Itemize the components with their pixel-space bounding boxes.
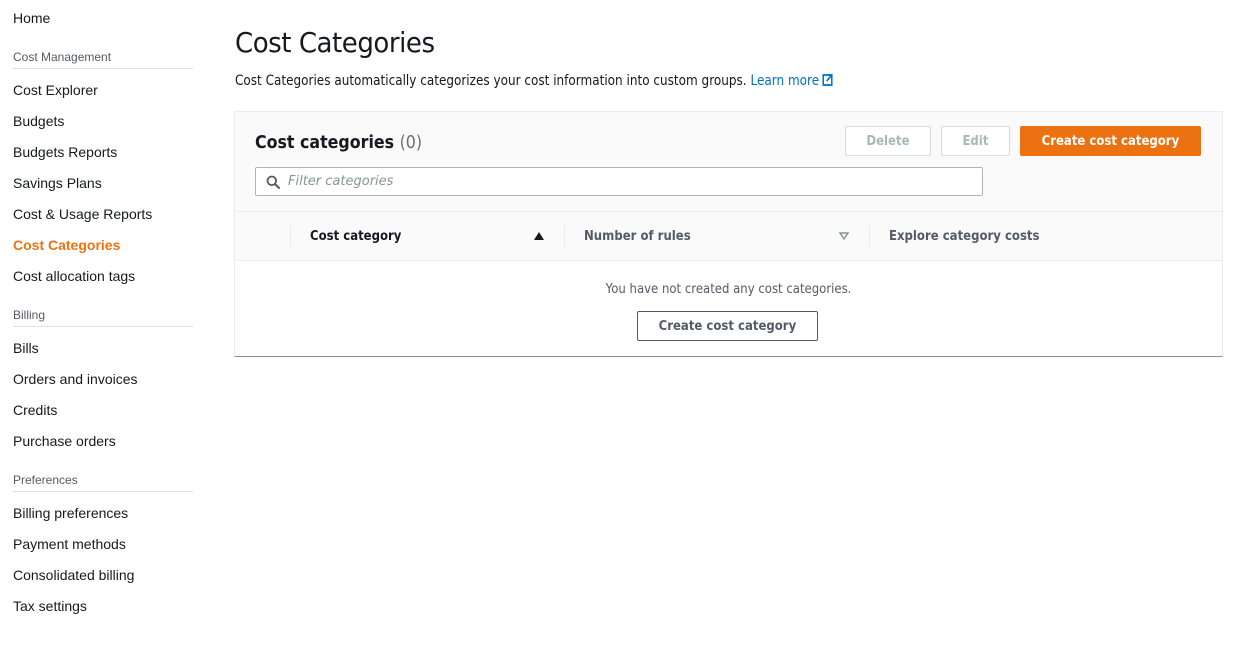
panel-title: Cost categories (0) xyxy=(255,132,422,153)
sidebar-section-cost-management: Cost Management xyxy=(13,50,193,69)
column-separator xyxy=(869,225,870,247)
description-text: Cost Categories automatically categorize… xyxy=(235,73,747,89)
column-separator xyxy=(290,225,291,247)
sidebar-item-budgets-reports[interactable]: Budgets Reports xyxy=(13,144,117,160)
sidebar-item-cost-explorer[interactable]: Cost Explorer xyxy=(13,82,98,98)
sidebar-item-savings-plans[interactable]: Savings Plans xyxy=(13,175,102,191)
sidebar-item-purchase-orders[interactable]: Purchase orders xyxy=(13,433,116,449)
delete-button[interactable]: Delete xyxy=(845,126,931,156)
panel-header: Cost categories (0) Delete Edit Create c… xyxy=(235,112,1222,212)
sidebar-item-budgets[interactable]: Budgets xyxy=(13,113,64,129)
sidebar-section-billing: Billing xyxy=(13,308,193,327)
edit-button-label: Edit xyxy=(962,133,989,149)
sidebar-item-cost-categories[interactable]: Cost Categories xyxy=(13,237,120,253)
create-cost-category-button[interactable]: Create cost category xyxy=(1020,126,1201,156)
learn-more-label: Learn more xyxy=(750,73,820,89)
edit-button[interactable]: Edit xyxy=(941,126,1010,156)
empty-state-create-button[interactable]: Create cost category xyxy=(637,311,818,341)
learn-more-link[interactable]: Learn more xyxy=(750,73,833,89)
sidebar-item-credits[interactable]: Credits xyxy=(13,402,57,418)
sort-ascending-icon[interactable] xyxy=(534,231,544,241)
sidebar-item-billing-preferences[interactable]: Billing preferences xyxy=(13,505,128,521)
column-label: Explore category costs xyxy=(889,228,1040,244)
empty-create-button-label: Create cost category xyxy=(658,318,797,334)
sidebar-item-consolidated-billing[interactable]: Consolidated billing xyxy=(13,567,134,583)
column-separator xyxy=(564,225,565,247)
table-header: Cost category Number of rules Explore ca… xyxy=(235,212,1222,261)
sidebar-item-home[interactable]: Home xyxy=(13,10,50,26)
cost-categories-table-panel: Cost categories (0) Delete Edit Create c… xyxy=(234,111,1223,357)
page-description: Cost Categories automatically categorize… xyxy=(235,73,833,89)
filter-field[interactable] xyxy=(255,167,983,196)
sidebar-item-payment-methods[interactable]: Payment methods xyxy=(13,536,126,552)
column-header-explore-category-costs: Explore category costs xyxy=(889,212,1056,260)
search-icon xyxy=(266,175,280,189)
external-link-icon xyxy=(822,74,833,86)
panel-count: (0) xyxy=(399,132,423,153)
sidebar-item-orders-invoices[interactable]: Orders and invoices xyxy=(13,371,138,387)
panel-title-text: Cost categories xyxy=(255,132,395,153)
sidebar-item-cost-usage-reports[interactable]: Cost & Usage Reports xyxy=(13,206,152,222)
page-title: Cost Categories xyxy=(235,26,435,59)
sort-descending-icon[interactable] xyxy=(839,231,849,241)
delete-button-label: Delete xyxy=(866,133,910,149)
create-button-label: Create cost category xyxy=(1041,133,1180,149)
column-label: Cost category xyxy=(310,228,402,244)
column-header-cost-category[interactable]: Cost category xyxy=(310,212,412,260)
empty-state-message: You have not created any cost categories… xyxy=(235,282,1222,297)
empty-state-text: You have not created any cost categories… xyxy=(605,282,852,297)
sidebar-section-preferences: Preferences xyxy=(13,473,193,492)
sidebar-item-bills[interactable]: Bills xyxy=(13,340,39,356)
filter-input[interactable] xyxy=(288,168,968,195)
sidebar-item-cost-allocation-tags[interactable]: Cost allocation tags xyxy=(13,268,135,284)
column-label: Number of rules xyxy=(584,228,691,244)
column-header-number-of-rules[interactable]: Number of rules xyxy=(584,212,703,260)
sidebar-item-tax-settings[interactable]: Tax settings xyxy=(13,598,87,614)
